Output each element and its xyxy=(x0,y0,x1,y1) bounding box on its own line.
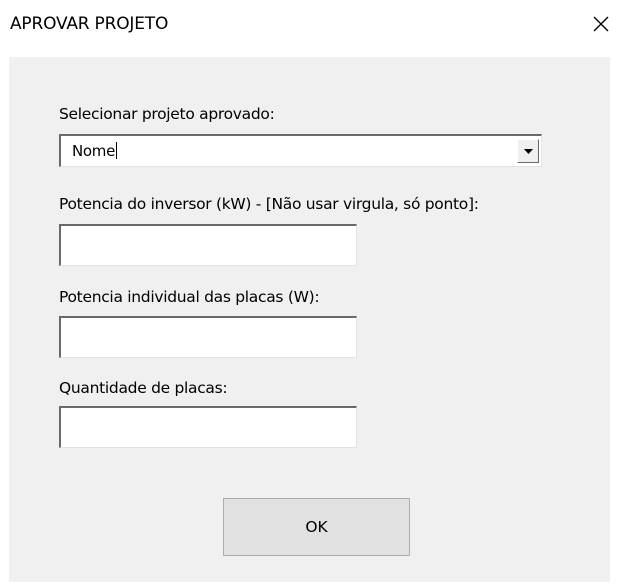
dropdown-button[interactable] xyxy=(517,139,539,163)
close-icon xyxy=(593,16,609,32)
text-caret xyxy=(116,142,118,159)
panel-quantity-input[interactable] xyxy=(59,406,357,448)
window-title: APROVAR PROJETO xyxy=(10,14,169,34)
dialog-window: APROVAR PROJETO Selecionar projeto aprov… xyxy=(0,0,619,586)
dropdown-arrow-icon xyxy=(523,148,533,154)
inverter-power-label: Potencia do inversor (kW) - [Não usar vi… xyxy=(59,195,479,213)
close-button[interactable] xyxy=(585,8,617,40)
panel-power-input[interactable] xyxy=(59,316,357,358)
project-select[interactable]: Nome xyxy=(59,134,542,167)
form-panel: Selecionar projeto aprovado: Nome Potenc… xyxy=(9,57,610,582)
project-select-label: Selecionar projeto aprovado: xyxy=(59,105,275,123)
panel-quantity-label: Quantidade de placas: xyxy=(59,379,228,397)
ok-button[interactable]: OK xyxy=(223,498,410,556)
inverter-power-input[interactable] xyxy=(59,224,357,266)
project-select-value[interactable]: Nome xyxy=(72,142,118,160)
panel-power-label: Potencia individual das placas (W): xyxy=(59,288,320,306)
title-bar[interactable]: APROVAR PROJETO xyxy=(0,0,619,54)
